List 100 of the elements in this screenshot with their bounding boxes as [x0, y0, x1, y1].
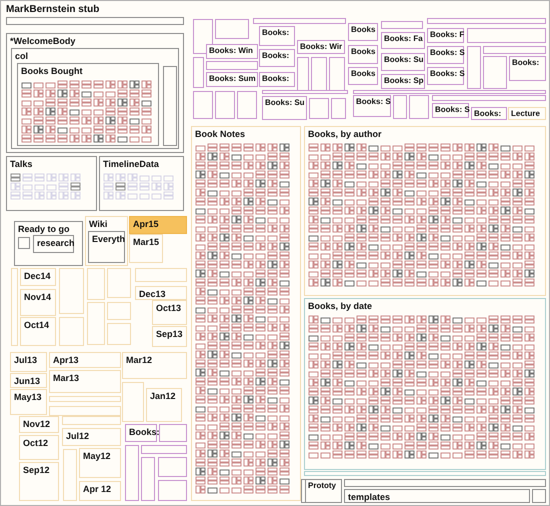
note-box[interactable]: Books, by author: [304, 126, 546, 296]
note-box[interactable]: Books:: [509, 56, 546, 81]
note-box[interactable]: [125, 445, 139, 501]
note-box[interactable]: [483, 46, 546, 54]
note-box[interactable]: [18, 237, 30, 249]
note-box[interactable]: Jul13: [10, 352, 47, 372]
note-box[interactable]: Lecture: [508, 107, 546, 120]
note-box[interactable]: [262, 90, 348, 94]
note-box[interactable]: Books, by date: [304, 298, 546, 470]
note-box[interactable]: [304, 471, 546, 476]
note-box[interactable]: [206, 61, 258, 70]
note-title: May13: [14, 392, 42, 403]
note-box[interactable]: Books:: [471, 107, 507, 120]
note-box[interactable]: Books: Su: [262, 96, 307, 120]
note-box[interactable]: [427, 18, 546, 24]
note-box[interactable]: Dec14: [20, 268, 56, 286]
note-box[interactable]: [467, 46, 481, 89]
note-box[interactable]: Apr13: [49, 352, 121, 368]
note-box[interactable]: Books: Sp: [381, 74, 425, 89]
note-box[interactable]: templates: [344, 489, 530, 503]
note-box[interactable]: [237, 91, 257, 119]
note-title: Apr 12: [83, 484, 112, 495]
note-box[interactable]: TimelineData: [99, 156, 184, 211]
note-box[interactable]: [253, 18, 346, 24]
note-box[interactable]: Jun13: [10, 373, 47, 388]
note-box[interactable]: [409, 95, 429, 119]
note-box[interactable]: Everyth: [88, 231, 125, 263]
note-box[interactable]: research: [33, 235, 74, 253]
note-box[interactable]: [393, 95, 407, 119]
note-box[interactable]: Books:: [125, 424, 157, 442]
note-box[interactable]: [159, 424, 187, 442]
note-box[interactable]: [6, 17, 184, 25]
note-box[interactable]: Books: [348, 67, 378, 85]
note-box[interactable]: Jan12: [146, 388, 182, 422]
note-box[interactable]: [193, 57, 204, 88]
note-box[interactable]: Books: S: [432, 103, 469, 118]
note-box[interactable]: Books Bought: [17, 63, 159, 146]
note-box[interactable]: Books:: [259, 49, 295, 67]
note-box[interactable]: Books: S: [427, 67, 464, 85]
note-box[interactable]: Books: Sum: [206, 72, 258, 87]
note-box[interactable]: *WelcomeBody col Books Bought: [6, 33, 184, 153]
note-box[interactable]: Books: [348, 23, 378, 41]
note-box[interactable]: Prototy: [305, 479, 342, 503]
note-box[interactable]: [432, 95, 546, 101]
note-box[interactable]: [193, 91, 213, 119]
note-title: Nov12: [23, 419, 50, 430]
note-box[interactable]: Dec13: [135, 286, 187, 300]
note-box[interactable]: Books:: [259, 72, 295, 87]
note-box[interactable]: May12: [79, 448, 121, 478]
note-box[interactable]: [381, 21, 423, 29]
note-box[interactable]: Books: F: [427, 28, 464, 43]
note-box[interactable]: Apr15: [129, 216, 187, 234]
note-box[interactable]: Books: [348, 45, 378, 64]
note-box[interactable]: [158, 480, 187, 501]
note-box[interactable]: Oct14: [20, 317, 56, 346]
note-box[interactable]: Apr 12: [79, 481, 121, 501]
note-box[interactable]: Nov14: [20, 289, 56, 316]
note-box[interactable]: Books: S: [353, 95, 391, 117]
note-title: col: [15, 51, 28, 62]
note-box[interactable]: Nov12: [19, 416, 59, 433]
note-box[interactable]: [467, 28, 546, 43]
note-title: Books:: [262, 28, 290, 38]
note-box[interactable]: Book Notes: [191, 126, 301, 501]
note-box[interactable]: Oct12: [19, 435, 59, 460]
note-box[interactable]: Jul12: [62, 428, 121, 446]
note-box[interactable]: [344, 479, 546, 487]
note-box[interactable]: May13: [10, 389, 47, 415]
note-title: Mar15: [133, 237, 160, 248]
note-box[interactable]: [215, 91, 235, 119]
note-box[interactable]: Ready to go research: [14, 221, 83, 266]
note-box[interactable]: Mar12: [122, 352, 187, 379]
note-box[interactable]: Talks: [6, 156, 97, 211]
note-box[interactable]: [331, 98, 346, 119]
note-box[interactable]: Books: Wir: [297, 40, 345, 54]
note-title: Books: S: [435, 105, 470, 115]
note-title: Books: Win: [209, 46, 253, 56]
note-box[interactable]: Oct13: [152, 300, 187, 325]
note-box[interactable]: [163, 66, 177, 146]
note-box[interactable]: Books:: [259, 26, 295, 46]
note-box[interactable]: [309, 98, 329, 119]
note-box[interactable]: Books: Win: [206, 44, 258, 59]
note-title: Books: Fa: [384, 34, 423, 44]
note-box[interactable]: Mar15: [129, 234, 163, 263]
note-box[interactable]: Mar13: [49, 370, 121, 393]
note-box[interactable]: Wiki Everyth: [85, 216, 128, 266]
note-box[interactable]: [141, 457, 155, 501]
note-box[interactable]: Sep13: [152, 326, 187, 347]
note-box[interactable]: Books: S: [427, 46, 464, 64]
note-box[interactable]: [532, 489, 546, 503]
note-box[interactable]: [483, 56, 507, 89]
note-box[interactable]: Sep12: [19, 462, 59, 501]
note-title: Jun13: [14, 376, 40, 387]
note-box[interactable]: Books: Fa: [381, 32, 425, 49]
note-box[interactable]: [141, 445, 187, 454]
note-box[interactable]: [158, 457, 187, 477]
note-title: Books: S: [430, 69, 465, 79]
note-box[interactable]: [215, 19, 249, 39]
note-box[interactable]: [353, 90, 546, 94]
note-box[interactable]: col Books Bought: [11, 48, 179, 149]
note-box[interactable]: Books: Su: [381, 53, 425, 71]
